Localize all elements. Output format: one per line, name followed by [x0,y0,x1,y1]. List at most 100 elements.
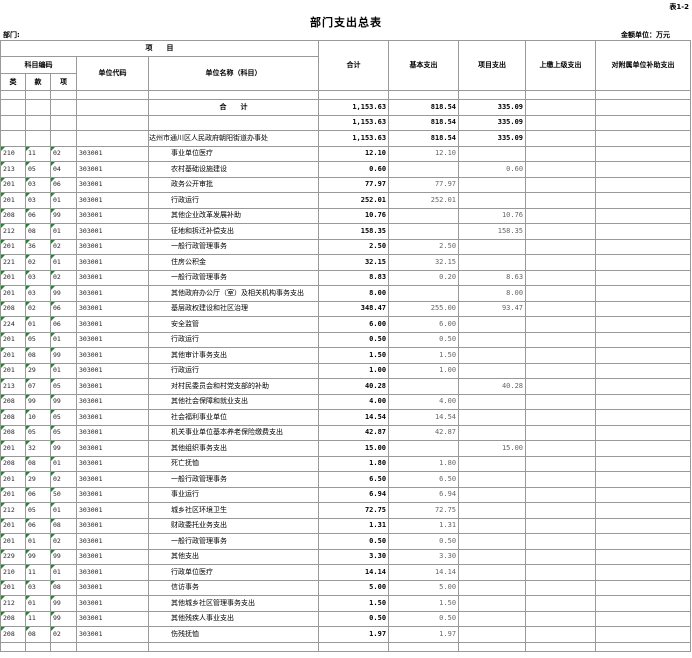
cell-xiang: 99 [50,393,77,410]
cell-lei: 201 [0,192,26,209]
cell-lei: 201 [0,238,26,255]
cell-xiang: 06 [50,176,77,193]
cell-subsidy [595,145,692,162]
cell-upper [525,533,597,550]
cell-code: 303001 [76,347,149,364]
cell-name [147,114,320,131]
cell-project [458,595,527,612]
cell-total: 3.30 [318,548,390,565]
cell-project [458,564,527,581]
cell-basic [388,378,460,395]
cell-name: 政务公开审批 [147,176,320,193]
cell-basic: 818.54 [388,99,460,116]
cell-total: 0.50 [318,533,390,550]
header-unit-name: 单位名称（科目） [147,56,320,91]
cell-kuan: 07 [25,378,51,395]
cell-xiang: 99 [50,610,77,627]
cell-name: 其他残疾人事业支出 [147,610,320,627]
cell-subsidy [595,316,692,333]
cell-lei: 221 [0,254,26,271]
cell-code: 303001 [76,145,149,162]
table-row: 201 29 02 303001 一般行政管理事务 6.50 6.50 [0,471,692,488]
cell-code: 303001 [76,331,149,348]
header-subsidy: 对附属单位补助支出 [595,40,692,91]
cell-lei: 212 [0,223,26,240]
cell-upper [525,378,597,395]
cell-kuan: 03 [25,192,51,209]
cell-code: 303001 [76,533,149,550]
cell-xiang: 99 [50,347,77,364]
table-row: 201 05 01 303001 行政运行 0.50 0.50 [0,331,692,348]
table-row: 201 01 02 303001 一般行政管理事务 0.50 0.50 [0,533,692,550]
table-number: 表1-2 [669,3,689,11]
cell-lei: 213 [0,378,26,395]
cell-subsidy [595,533,692,550]
header-basic: 基本支出 [388,40,460,91]
cell-total: 252.01 [318,192,390,209]
cell-total: 8.00 [318,285,390,302]
cell-code: 303001 [76,440,149,457]
cell-upper [525,517,597,534]
cell-basic: 77.97 [388,176,460,193]
table-row: 212 08 01 303001 征地和拆迁补偿支出 158.35 158.35 [0,223,692,240]
cell-project [458,579,527,596]
cell-subsidy [595,517,692,534]
cell-lei: 208 [0,610,26,627]
table-row: 201 08 99 303001 其他审计事务支出 1.50 1.50 [0,347,692,364]
cell-project: 335.09 [458,114,527,131]
cell-xiang: 01 [50,564,77,581]
cell-xiang: 99 [50,207,77,224]
spacer-row [0,641,692,652]
cell-lei: 201 [0,362,26,379]
cell-total: 42.87 [318,424,390,441]
cell-xiang: 50 [50,486,77,503]
cell-subsidy [595,254,692,271]
cell-subsidy [595,238,692,255]
cell-upper [525,238,597,255]
cell-name: 一般行政管理事务 [147,238,320,255]
table-row: 221 02 01 303001 住房公积金 32.15 32.15 [0,254,692,271]
table-row: 201 03 02 303001 一般行政管理事务 8.83 0.20 8.63 [0,269,692,286]
cell-upper [525,347,597,364]
cell-xiang: 01 [50,502,77,519]
cell-basic [388,440,460,457]
cell-xiang: 01 [50,455,77,472]
cell-upper [525,300,597,317]
cell-subsidy [595,610,692,627]
cell-kuan: 02 [25,300,51,317]
cell-upper [525,254,597,271]
cell-kuan: 01 [25,595,51,612]
cell-xiang: 04 [50,161,77,178]
cell-kuan: 08 [25,626,51,643]
cell-name: 社会福利事业单位 [147,409,320,426]
cell-subsidy [595,393,692,410]
cell-project: 0.60 [458,161,527,178]
cell-upper [525,161,597,178]
cell-subsidy [595,502,692,519]
cell-lei: 201 [0,517,26,534]
cell-kuan: 11 [25,564,51,581]
cell-subsidy [595,285,692,302]
cell-subsidy [595,564,692,581]
cell-total: 5.00 [318,579,390,596]
cell-project [458,533,527,550]
cell-kuan: 02 [25,254,51,271]
cell-project [458,409,527,426]
cell-name: 一般行政管理事务 [147,269,320,286]
cell-total: 1.00 [318,362,390,379]
cell-xiang: 02 [50,626,77,643]
cell-upper [525,486,597,503]
cell-basic: 255.00 [388,300,460,317]
cell-lei: 208 [0,626,26,643]
cell-upper [525,424,597,441]
cell-subsidy [595,99,692,116]
cell-project [458,176,527,193]
table-row: 201 32 99 303001 其他组织事务支出 15.00 15.00 [0,440,692,457]
summary-row: 达州市通川区人民政府朝阳街道办事处 1,153.63 818.54 335.09 [0,130,692,147]
cell-code: 303001 [76,378,149,395]
cell-xiang: 05 [50,409,77,426]
cell-project [458,254,527,271]
cell-lei: 208 [0,207,26,224]
cell-basic: 1.31 [388,517,460,534]
cell-kuan: 05 [25,331,51,348]
